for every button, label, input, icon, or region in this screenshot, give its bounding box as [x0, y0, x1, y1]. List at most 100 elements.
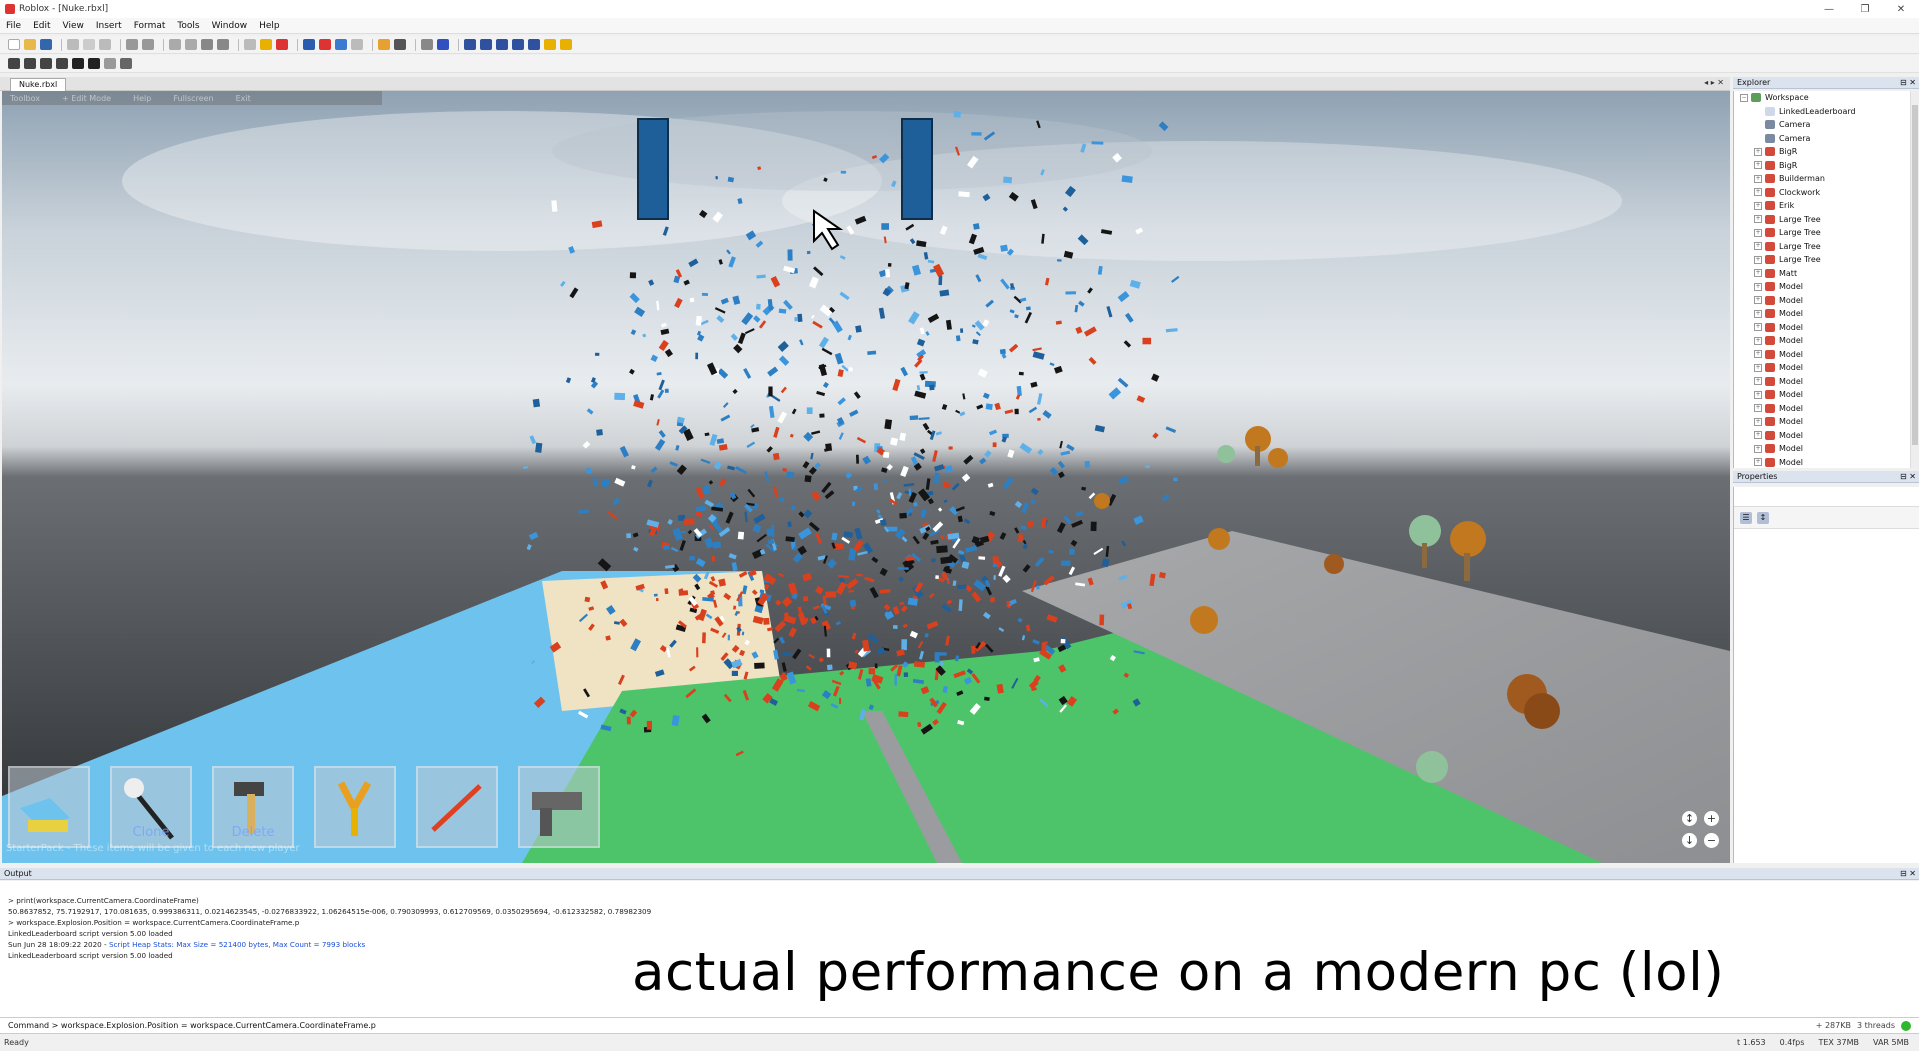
viewport-help-button[interactable]: Help [133, 94, 151, 103]
menu-view[interactable]: View [63, 21, 84, 31]
paste-icon[interactable] [99, 39, 111, 50]
categorized-view-icon[interactable]: ☰ [1740, 511, 1752, 524]
tab-nav-arrows[interactable]: ◂ ▸ ✕ [1704, 78, 1724, 87]
explorer-item[interactable]: − Workspace [1734, 91, 1919, 105]
expand-icon[interactable]: + [1754, 350, 1762, 359]
terrain-icon[interactable] [544, 39, 556, 50]
stop-icon[interactable] [276, 39, 288, 50]
camera-pan-right-icon[interactable] [24, 58, 36, 69]
menu-insert[interactable]: Insert [96, 21, 122, 31]
expand-icon[interactable]: + [1754, 390, 1762, 399]
undo-icon[interactable] [169, 39, 181, 50]
hotbar-slot-rocket[interactable] [416, 766, 498, 848]
expand-icon[interactable]: + [1754, 336, 1762, 345]
explorer-item[interactable]: + Large Tree [1734, 226, 1919, 240]
explorer-item[interactable]: + Large Tree [1734, 253, 1919, 267]
menu-edit[interactable]: Edit [33, 21, 50, 31]
toolbox-button[interactable]: Toolbox [10, 94, 40, 103]
explorer-item[interactable]: Camera [1734, 118, 1919, 132]
explorer-item[interactable]: + Matt [1734, 267, 1919, 281]
expand-icon[interactable]: + [1754, 458, 1762, 467]
expand-icon[interactable]: + [1754, 147, 1762, 156]
properties-close-icon[interactable]: ⊟ ✕ [1900, 471, 1916, 482]
explorer-item[interactable]: + Clockwork [1734, 186, 1919, 200]
paint-bucket-icon[interactable] [421, 39, 433, 50]
sort-alpha-icon[interactable]: ↕ [1757, 511, 1769, 524]
surface-glue-icon[interactable] [496, 39, 508, 50]
tab-nuke-rbxl[interactable]: Nuke.rbxl [10, 78, 67, 91]
explorer-item[interactable]: + Model [1734, 294, 1919, 308]
copy-icon[interactable] [83, 39, 95, 50]
properties-filter-input[interactable] [1734, 487, 1919, 507]
fullscreen-button[interactable]: Fullscreen [173, 94, 213, 103]
explorer-item[interactable]: + Model [1734, 280, 1919, 294]
expand-icon[interactable]: + [1754, 377, 1762, 386]
hotbar-slot-blaster[interactable] [518, 766, 600, 848]
edit-mode-button[interactable]: + Edit Mode [62, 94, 111, 103]
surface-smooth-icon[interactable] [480, 39, 492, 50]
explorer-item[interactable]: + Model [1734, 429, 1919, 443]
camera-tilt-icon[interactable]: ↕ [1682, 811, 1697, 826]
camera-zoom-in-icon[interactable] [72, 58, 84, 69]
explorer-item[interactable]: + Model [1734, 388, 1919, 402]
camera-look-icon[interactable] [104, 58, 116, 69]
menu-window[interactable]: Window [212, 21, 248, 31]
explorer-item[interactable]: Camera [1734, 132, 1919, 146]
play-icon[interactable] [244, 39, 256, 50]
move-icon[interactable] [319, 39, 331, 50]
collapse-icon[interactable]: − [1740, 93, 1748, 102]
camera-zoom-out-icon[interactable] [88, 58, 100, 69]
explorer-item[interactable]: + Large Tree [1734, 240, 1919, 254]
explorer-item[interactable]: + Model [1734, 456, 1919, 469]
explorer-item[interactable]: + BigR [1734, 159, 1919, 173]
expand-icon[interactable]: + [1754, 363, 1762, 372]
explorer-close-icon[interactable]: ⊟ ✕ [1900, 77, 1916, 88]
explorer-item[interactable]: + Model [1734, 442, 1919, 456]
new-file-icon[interactable] [8, 39, 20, 50]
surface-weld-icon[interactable] [512, 39, 524, 50]
output-close-icon[interactable]: ⊟ ✕ [1900, 868, 1916, 879]
camera-down-icon[interactable]: ↓ [1682, 833, 1697, 848]
close-button[interactable]: ✕ [1883, 0, 1919, 18]
expand-icon[interactable]: + [1754, 431, 1762, 440]
expand-icon[interactable]: + [1754, 269, 1762, 278]
expand-icon[interactable]: + [1754, 309, 1762, 318]
surface-studs-icon[interactable] [528, 39, 540, 50]
expand-icon[interactable]: + [1754, 242, 1762, 251]
menu-file[interactable]: File [6, 21, 21, 31]
menu-help[interactable]: Help [259, 21, 280, 31]
explorer-item[interactable]: + Large Tree [1734, 213, 1919, 227]
camera-tilt-up-icon[interactable] [40, 58, 52, 69]
expand-icon[interactable]: + [1754, 296, 1762, 305]
expand-icon[interactable]: + [1754, 215, 1762, 224]
pause-icon[interactable] [260, 39, 272, 50]
select-cursor-icon[interactable] [303, 39, 315, 50]
hotbar-slot-slingshot[interactable] [314, 766, 396, 848]
lock-icon[interactable] [378, 39, 390, 50]
explorer-item[interactable]: + Model [1734, 321, 1919, 335]
camera-pan-left-icon[interactable] [8, 58, 20, 69]
zoom-icon[interactable] [126, 39, 138, 50]
material-icon[interactable] [437, 39, 449, 50]
hotbar-slot-clone[interactable]: Clone [110, 766, 192, 848]
expand-icon[interactable]: + [1754, 228, 1762, 237]
expand-icon[interactable]: + [1754, 404, 1762, 413]
explorer-item[interactable]: + Model [1734, 375, 1919, 389]
surface-icon[interactable] [464, 39, 476, 50]
hotbar-slot-delete[interactable]: Delete [212, 766, 294, 848]
explorer-item[interactable]: LinkedLeaderboard [1734, 105, 1919, 119]
zoom-out-icon[interactable]: − [1704, 833, 1719, 848]
menu-tools[interactable]: Tools [177, 21, 199, 31]
exit-button[interactable]: Exit [236, 94, 251, 103]
explorer-item[interactable]: + Model [1734, 415, 1919, 429]
explorer-item[interactable]: + Erik [1734, 199, 1919, 213]
game-viewport[interactable]: Toolbox + Edit Mode Help Fullscreen Exit… [2, 91, 1730, 863]
expand-icon[interactable]: + [1754, 444, 1762, 453]
scale-icon[interactable] [351, 39, 363, 50]
minimize-button[interactable]: — [1811, 0, 1847, 18]
explorer-item[interactable]: + Model [1734, 361, 1919, 375]
hinge-icon[interactable] [560, 39, 572, 50]
cut-icon[interactable] [67, 39, 79, 50]
explorer-item[interactable]: + Model [1734, 348, 1919, 362]
expand-icon[interactable]: + [1754, 282, 1762, 291]
